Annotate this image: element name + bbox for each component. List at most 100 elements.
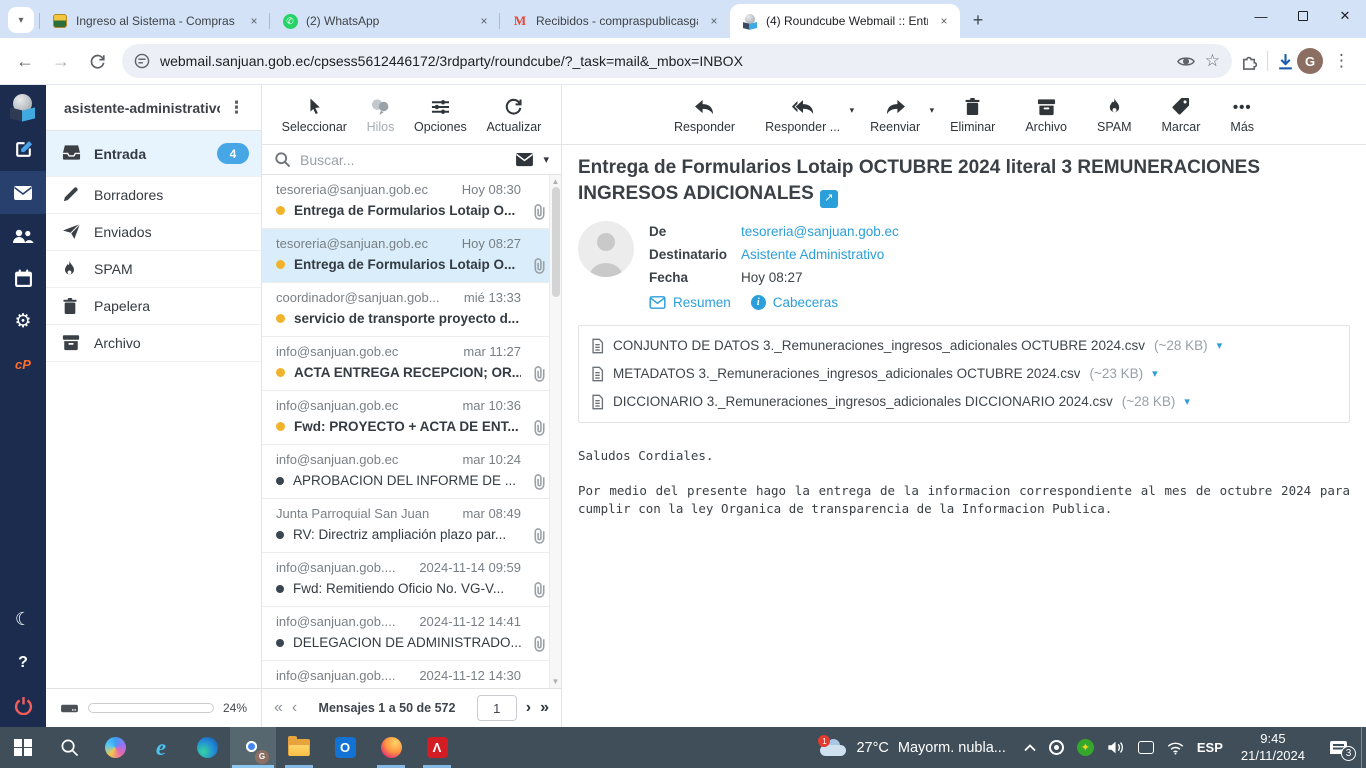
refresh-button[interactable]: Actualizar xyxy=(486,96,541,134)
edge-button[interactable] xyxy=(184,727,230,768)
tab-roundcube-active[interactable]: (4) Roundcube Webmail :: Entra × xyxy=(730,4,960,38)
message-row[interactable]: info@sanjuan.gob.ecmar 10:36 Fwd: PROYEC… xyxy=(262,391,561,445)
sidebar-item-entrada[interactable]: Entrada 4 xyxy=(46,131,261,177)
file-explorer-button[interactable] xyxy=(276,727,322,768)
attachment-name[interactable]: CONJUNTO DE DATOS 3._Remuneraciones_ingr… xyxy=(613,338,1145,353)
record-tray-icon[interactable] xyxy=(1049,740,1064,755)
sidebar-item-borradores[interactable]: Borradores xyxy=(46,177,261,214)
from-address-link[interactable]: tesoreria@sanjuan.gob.ec xyxy=(741,224,899,239)
forward-caret-icon[interactable]: ▾ xyxy=(930,105,935,116)
logout-button[interactable] xyxy=(0,684,46,727)
prev-page-icon[interactable]: ‹ xyxy=(292,699,297,717)
firefox-button[interactable] xyxy=(368,727,414,768)
volume-icon[interactable] xyxy=(1107,740,1125,755)
open-in-new-window-icon[interactable]: ↗ xyxy=(820,190,838,208)
taskbar-clock[interactable]: 9:45 21/11/2024 xyxy=(1231,731,1315,765)
scroll-down-icon[interactable]: ▼ xyxy=(550,677,561,686)
to-recipient-link[interactable]: Asistente Administrativo xyxy=(741,247,884,262)
unread-dot-icon[interactable] xyxy=(276,260,285,269)
maximize-button[interactable] xyxy=(1282,0,1324,32)
message-row[interactable]: info@sanjuan.gob.ecmar 10:24 APROBACION … xyxy=(262,445,561,499)
address-bar[interactable]: webmail.sanjuan.gob.ec/cpsess5612446172/… xyxy=(122,44,1232,78)
attachment-menu-caret-icon[interactable]: ▾ xyxy=(1152,367,1158,380)
wifi-icon[interactable] xyxy=(1167,741,1184,755)
message-row[interactable]: coordinador@sanjuan.gob...mié 13:33 serv… xyxy=(262,283,561,337)
site-settings-icon[interactable] xyxy=(134,53,150,69)
unread-dot-icon[interactable] xyxy=(276,422,285,431)
search-scope-icon[interactable] xyxy=(515,152,534,167)
scroll-up-icon[interactable]: ▲ xyxy=(550,177,561,186)
tab-close-icon[interactable]: × xyxy=(706,13,722,29)
spam-button[interactable]: SPAM xyxy=(1097,96,1132,134)
copilot-button[interactable] xyxy=(92,727,138,768)
weather-widget[interactable]: 1 27°C Mayorm. nubla... xyxy=(810,727,1015,768)
taskbar-search-button[interactable] xyxy=(46,727,92,768)
attachment-menu-caret-icon[interactable]: ▾ xyxy=(1184,395,1190,408)
message-row[interactable]: info@sanjuan.gob.ecmar 11:27 ACTA ENTREG… xyxy=(262,337,561,391)
delete-button[interactable]: Eliminar xyxy=(950,96,995,134)
tab-compras-publicas[interactable]: Ingreso al Sistema - Compras P × xyxy=(40,4,270,38)
headers-link[interactable]: i Cabeceras xyxy=(751,295,838,310)
select-button[interactable]: Seleccionar xyxy=(282,96,347,134)
downloads-icon[interactable] xyxy=(1276,52,1295,71)
outlook-button[interactable]: O xyxy=(322,727,368,768)
page-number-input[interactable] xyxy=(477,695,517,721)
last-page-icon[interactable]: » xyxy=(540,699,549,717)
sidebar-item-archivo[interactable]: Archivo xyxy=(46,325,261,362)
extensions-icon[interactable] xyxy=(1240,52,1259,71)
unread-dot-icon[interactable] xyxy=(276,206,285,215)
message-row[interactable]: Junta Parroquial San Juanmar 08:49 RV: D… xyxy=(262,499,561,553)
tab-search-button[interactable]: ▾ xyxy=(8,7,34,33)
attachment-row[interactable]: DICCIONARIO 3._Remuneraciones_ingresos_a… xyxy=(591,388,1337,416)
attachment-name[interactable]: DICCIONARIO 3._Remuneraciones_ingresos_a… xyxy=(613,394,1113,409)
preview-eye-icon[interactable] xyxy=(1177,55,1195,68)
chrome-button[interactable]: G xyxy=(230,727,276,768)
unread-dot-icon[interactable] xyxy=(276,314,285,323)
reload-button[interactable] xyxy=(80,44,114,78)
reply-button[interactable]: Responder xyxy=(674,96,735,134)
search-input[interactable] xyxy=(300,152,506,168)
attachment-name[interactable]: METADATOS 3._Remuneraciones_ingresos_adi… xyxy=(613,366,1080,381)
language-indicator[interactable]: ESP xyxy=(1197,740,1223,755)
tab-whatsapp[interactable]: ✆ (2) WhatsApp × xyxy=(270,4,500,38)
rail-cpanel-button[interactable]: cP xyxy=(0,343,46,386)
read-dot-icon[interactable] xyxy=(276,585,284,593)
rail-mail-button[interactable] xyxy=(0,171,46,214)
account-menu-icon[interactable]: ⋮ xyxy=(220,98,253,118)
sidebar-item-spam[interactable]: SPAM xyxy=(46,251,261,288)
minimize-button[interactable]: — xyxy=(1240,0,1282,32)
tab-gmail[interactable]: M Recibidos - compraspublicasga × xyxy=(500,4,730,38)
unread-dot-icon[interactable] xyxy=(276,368,285,377)
acrobat-button[interactable]: Λ xyxy=(414,727,460,768)
tab-close-icon[interactable]: × xyxy=(476,13,492,29)
tab-close-icon[interactable]: × xyxy=(246,13,262,29)
options-button[interactable]: Opciones xyxy=(414,96,467,134)
message-row[interactable]: info@sanjuan.gob....2024-11-14 09:59 Fwd… xyxy=(262,553,561,607)
more-button[interactable]: ••• Más xyxy=(1230,96,1254,134)
summary-link[interactable]: Resumen xyxy=(649,295,731,310)
compose-button[interactable] xyxy=(0,128,46,171)
forward-button[interactable]: → xyxy=(44,44,78,78)
rail-settings-button[interactable]: ⚙ xyxy=(0,300,46,343)
scrollbar[interactable]: ▲ ▼ xyxy=(549,175,561,688)
message-row[interactable]: info@sanjuan.gob....2024-11-12 14:41 DEL… xyxy=(262,607,561,661)
attachment-row[interactable]: METADATOS 3._Remuneraciones_ingresos_adi… xyxy=(591,360,1337,388)
sidebar-item-papelera[interactable]: Papelera xyxy=(46,288,261,325)
close-button[interactable]: ✕ xyxy=(1324,0,1366,32)
threads-button[interactable]: Hilos xyxy=(367,96,395,134)
message-row[interactable]: info@sanjuan.gob....2024-11-12 14:30 xyxy=(262,661,561,688)
profile-avatar[interactable]: G xyxy=(1297,48,1323,74)
sidebar-item-enviados[interactable]: Enviados xyxy=(46,214,261,251)
new-tab-button[interactable]: + xyxy=(964,6,992,34)
message-row-selected[interactable]: tesoreria@sanjuan.gob.ecHoy 08:27 Entreg… xyxy=(262,229,561,283)
forward-button[interactable]: Reenviar ▾ xyxy=(870,96,920,134)
message-row[interactable]: tesoreria@sanjuan.gob.ecHoy 08:30 Entreg… xyxy=(262,175,561,229)
search-options-chevron-icon[interactable]: ▾ xyxy=(543,153,549,166)
start-button[interactable] xyxy=(0,727,46,768)
read-dot-icon[interactable] xyxy=(276,477,284,485)
show-desktop-button[interactable] xyxy=(1361,727,1366,768)
cast-display-icon[interactable] xyxy=(1138,741,1154,754)
rail-contacts-button[interactable] xyxy=(0,214,46,257)
reply-all-button[interactable]: Responder ... ▾ xyxy=(765,96,840,134)
tray-chevron-up-icon[interactable] xyxy=(1024,744,1036,752)
